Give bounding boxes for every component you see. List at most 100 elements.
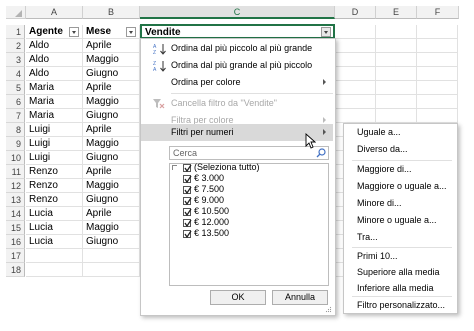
cell-agente[interactable]: Lucia	[26, 221, 83, 235]
submenu-arrow-icon	[323, 117, 326, 123]
row-header[interactable]: 12	[6, 179, 25, 193]
cell-agente[interactable]: Aldo	[26, 39, 83, 53]
row-header[interactable]: 4	[6, 67, 25, 81]
value-checklist[interactable]	[169, 163, 329, 286]
submenu-separator	[352, 160, 452, 161]
filter-dropdown-vendite[interactable]	[321, 27, 331, 37]
checkbox-value[interactable]	[183, 197, 192, 206]
row-header[interactable]: 6	[6, 95, 25, 109]
column-header-f[interactable]: F	[417, 6, 459, 19]
cell-mese[interactable]: Aprile	[83, 39, 140, 53]
menu-sort-by-color[interactable]: Ordina per colore	[141, 74, 333, 91]
row-header[interactable]: 17	[6, 249, 25, 263]
filter-above-average[interactable]: Superiore alla media	[357, 265, 440, 279]
filter-top-10[interactable]: Primi 10...	[357, 249, 398, 263]
sort-az-icon: A Z	[153, 44, 166, 55]
cell-agente[interactable]: Aldo	[26, 67, 83, 81]
cell-agente[interactable]: Luigi	[26, 151, 83, 165]
row-header[interactable]: 9	[6, 137, 25, 151]
cell-agente[interactable]: Lucia	[26, 235, 83, 249]
cell-mese[interactable]: Giugno	[83, 193, 140, 207]
ok-button[interactable]: OK	[210, 290, 266, 305]
cell-agente[interactable]: Maria	[26, 81, 83, 95]
filter-equals[interactable]: Uguale a...	[357, 125, 401, 139]
column-header-c[interactable]: C	[140, 6, 335, 19]
checkbox-select-all[interactable]	[183, 164, 192, 173]
row-header[interactable]: 8	[6, 123, 25, 137]
menu-label: Ordina dal più grande al più piccolo	[171, 60, 313, 70]
column-header-b[interactable]: B	[83, 6, 140, 19]
cell-agente[interactable]: Lucia	[26, 207, 83, 221]
cell-mese[interactable]: Giugno	[83, 109, 140, 123]
row-header[interactable]: 1	[6, 25, 25, 39]
cell-mese[interactable]: Giugno	[83, 67, 140, 81]
menu-label: Cancella filtro da "Vendite"	[171, 98, 277, 108]
cell-mese[interactable]: Aprile	[83, 165, 140, 179]
row-header[interactable]: 14	[6, 207, 25, 221]
cell-agente[interactable]: Luigi	[26, 137, 83, 151]
row-header[interactable]: 15	[6, 221, 25, 235]
checkbox-value[interactable]	[183, 208, 192, 217]
cell-mese[interactable]: Maggio	[83, 221, 140, 235]
checkbox-value[interactable]	[183, 186, 192, 195]
filter-custom[interactable]: Filtro personalizzato...	[357, 298, 445, 312]
resize-grip-icon[interactable]	[325, 306, 332, 313]
cell-agente[interactable]: Maria	[26, 109, 83, 123]
cancel-button[interactable]: Annulla	[272, 290, 328, 305]
mouse-cursor-icon	[305, 133, 316, 149]
tree-connector	[172, 165, 177, 170]
filter-between[interactable]: Tra...	[357, 230, 378, 244]
column-header-a[interactable]: A	[26, 6, 83, 19]
cell-mese[interactable]: Giugno	[83, 235, 140, 249]
cell-mese[interactable]: Maggio	[83, 137, 140, 151]
checklist-label: € 3.000	[194, 173, 225, 183]
row-header[interactable]: 11	[6, 165, 25, 179]
cell-agente[interactable]: Luigi	[26, 123, 83, 137]
filter-not-equals[interactable]: Diverso da...	[357, 142, 408, 156]
filter-dropdown-agente[interactable]	[69, 27, 79, 37]
column-header-e[interactable]: E	[376, 6, 417, 19]
cell-mese[interactable]: Aprile	[83, 207, 140, 221]
filter-less-or-equal[interactable]: Minore o uguale a...	[357, 213, 437, 227]
cell-mese[interactable]: Giugno	[83, 151, 140, 165]
cell-mese[interactable]: Maggio	[83, 95, 140, 109]
row-header[interactable]: 3	[6, 53, 25, 67]
row-header[interactable]: 16	[6, 235, 25, 249]
menu-separator	[171, 93, 333, 94]
filter-below-average[interactable]: Inferiore alla media	[357, 281, 434, 295]
checkbox-value[interactable]	[183, 230, 192, 239]
filter-dropdown-mese[interactable]	[126, 27, 136, 37]
cell-agente[interactable]: Renzo	[26, 193, 83, 207]
filter-less-than[interactable]: Minore di...	[357, 196, 402, 210]
checklist-label: € 12.000	[194, 217, 230, 227]
row-header[interactable]: 10	[6, 151, 25, 165]
row-header[interactable]: 2	[6, 39, 25, 53]
row-header[interactable]: 7	[6, 109, 25, 123]
search-placeholder: Cerca	[173, 148, 198, 158]
header-cell-vendite[interactable]: Vendite	[140, 24, 335, 39]
cell-mese[interactable]: Maggio	[83, 53, 140, 67]
row-header[interactable]: 13	[6, 193, 25, 207]
checklist-label: € 13.500	[194, 228, 230, 238]
menu-sort-descending[interactable]: Z A Ordina dal più grande al più piccolo	[141, 57, 333, 74]
cell-agente[interactable]: Maria	[26, 95, 83, 109]
row-header[interactable]: 18	[6, 263, 25, 277]
submenu-separator	[352, 247, 452, 248]
menu-sort-ascending[interactable]: A Z Ordina dal più piccolo al più grande	[141, 40, 333, 57]
cell-mese[interactable]: Aprile	[83, 81, 140, 95]
menu-label: Filtri per numeri	[171, 127, 234, 137]
cell-mese[interactable]: Maggio	[83, 179, 140, 193]
cell-mese[interactable]: Aprile	[83, 123, 140, 137]
cell-agente[interactable]: Renzo	[26, 179, 83, 193]
filter-greater-or-equal[interactable]: Maggiore o uguale a...	[357, 179, 447, 193]
checkbox-value[interactable]	[183, 175, 192, 184]
cell-agente[interactable]: Aldo	[26, 53, 83, 67]
svg-text:Z: Z	[153, 50, 156, 55]
checklist-label: € 7.500	[194, 184, 225, 194]
checkbox-value[interactable]	[183, 219, 192, 228]
menu-clear-filter[interactable]: Cancella filtro da "Vendite"	[141, 95, 333, 112]
cell-agente[interactable]: Renzo	[26, 165, 83, 179]
row-header[interactable]: 5	[6, 81, 25, 95]
filter-greater-than[interactable]: Maggiore di...	[357, 162, 412, 176]
column-header-d[interactable]: D	[335, 6, 376, 19]
